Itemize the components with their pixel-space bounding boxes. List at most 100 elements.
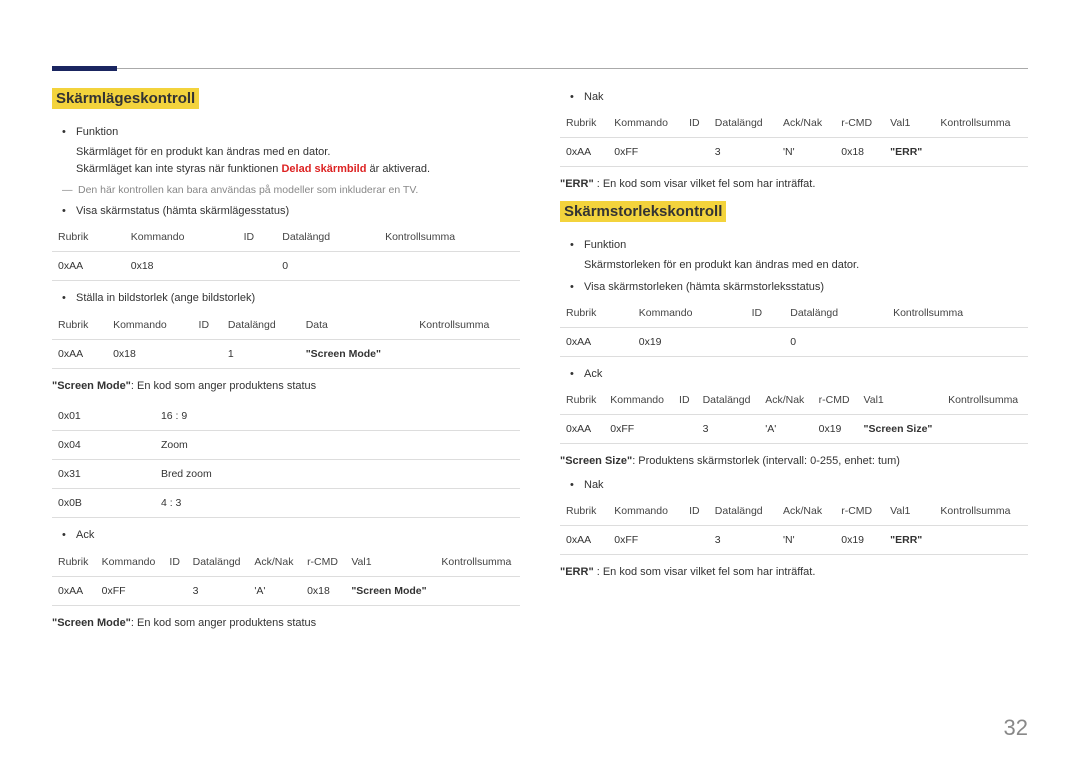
th: Datalängd <box>784 299 887 328</box>
td: 3 <box>709 138 777 167</box>
bullet-visa2: Visa skärmstorleken (hämta skärmstorleks… <box>570 280 1028 295</box>
td: 0x01 <box>52 402 155 431</box>
heading-screen-mode: Skärmlägeskontroll <box>52 88 199 109</box>
screenmode-label2: "Screen Mode" <box>52 617 131 629</box>
err2-text: : En kod som visar vilket fel som har in… <box>594 566 816 578</box>
table-row: 0xAA 0x18 1 "Screen Mode" <box>52 339 520 368</box>
td <box>435 576 520 605</box>
table-ack: Rubrik Kommando ID Datalängd Ack/Nak r-C… <box>52 548 520 606</box>
th: Rubrik <box>560 299 633 328</box>
page-number: 32 <box>1004 715 1028 741</box>
heading-screen-size: Skärmstorlekskontroll <box>560 201 726 222</box>
th: Kommando <box>604 386 673 415</box>
th: ID <box>163 548 186 577</box>
td: 0xAA <box>560 328 633 357</box>
th: Kontrollsumma <box>934 109 1028 138</box>
funktion-line2b: är aktiverad. <box>366 163 430 175</box>
bullet-funktion: Funktion <box>62 125 520 140</box>
td <box>163 576 186 605</box>
th: ID <box>746 299 785 328</box>
th: Kommando <box>608 497 683 526</box>
td: "ERR" <box>884 138 934 167</box>
td: 0x0B <box>52 489 155 518</box>
table-modes: 0x0116 : 9 0x04Zoom 0x31Bred zoom 0x0B4 … <box>52 402 520 518</box>
table-nak: Rubrik Kommando ID Datalängd Ack/Nak r-C… <box>560 109 1028 167</box>
screenmode-text: : En kod som anger produktens status <box>131 380 316 392</box>
size-label: "Screen Size" <box>560 455 632 467</box>
table-row: Rubrik Kommando ID Datalängd Kontrollsum… <box>52 223 520 252</box>
th: Kontrollsumma <box>379 223 520 252</box>
table-row: Rubrik Kommando ID Datalängd Kontrollsum… <box>560 299 1028 328</box>
err2-label: "ERR" <box>560 566 594 578</box>
th: Val1 <box>858 386 943 415</box>
th: Rubrik <box>560 109 608 138</box>
td: 0x18 <box>125 252 238 281</box>
td: "Screen Mode" <box>345 576 435 605</box>
th: Val1 <box>884 109 934 138</box>
th: r-CMD <box>813 386 858 415</box>
td: 0xFF <box>608 138 683 167</box>
right-column: Nak Rubrik Kommando ID Datalängd Ack/Nak… <box>560 88 1028 639</box>
th: Ack/Nak <box>777 109 835 138</box>
table-get-status: Rubrik Kommando ID Datalängd Kontrollsum… <box>52 223 520 281</box>
td: 16 : 9 <box>155 402 520 431</box>
td <box>683 526 709 555</box>
screenmode-label: "Screen Mode" <box>52 380 131 392</box>
table-row: 0xAA 0xFF 3 'A' 0x18 "Screen Mode" <box>52 576 520 605</box>
table-row: 0x0116 : 9 <box>52 402 520 431</box>
td: 0xAA <box>52 339 107 368</box>
table-row: 0x04Zoom <box>52 431 520 460</box>
td: 0xFF <box>608 526 683 555</box>
th: Kommando <box>608 109 683 138</box>
table-row: 0xAA 0x19 0 <box>560 328 1028 357</box>
err-text: : En kod som visar vilket fel som har in… <box>594 178 816 190</box>
td <box>934 138 1028 167</box>
th: Rubrik <box>52 548 96 577</box>
td <box>934 526 1028 555</box>
header-rule <box>52 68 1028 69</box>
td: 0x18 <box>835 138 884 167</box>
table-set-size: Rubrik Kommando ID Datalängd Data Kontro… <box>52 311 520 369</box>
td: 0x19 <box>813 415 858 444</box>
delad-skarmbild: Delad skärmbild <box>281 163 366 175</box>
screenmode-desc: "Screen Mode": En kod som anger produkte… <box>52 379 520 394</box>
table-row: 0xAA 0xFF 3 'N' 0x18 "ERR" <box>560 138 1028 167</box>
th: Rubrik <box>52 311 107 340</box>
note-tv: Den här kontrollen kan bara användas på … <box>64 183 520 198</box>
size-desc: "Screen Size": Produktens skärmstorlek (… <box>560 454 1028 469</box>
bullet-nak2: Nak <box>570 478 1028 493</box>
th: Rubrik <box>52 223 125 252</box>
th: ID <box>193 311 222 340</box>
table-row: Rubrik Kommando ID Datalängd Ack/Nak r-C… <box>560 109 1028 138</box>
th: Val1 <box>345 548 435 577</box>
th: Ack/Nak <box>759 386 812 415</box>
th: Val1 <box>884 497 934 526</box>
td <box>193 339 222 368</box>
td: Zoom <box>155 431 520 460</box>
th: Datalängd <box>276 223 379 252</box>
th: Kommando <box>107 311 192 340</box>
td: 0 <box>784 328 887 357</box>
screenmode-text2: : En kod som anger produktens status <box>131 617 316 629</box>
td: 0xFF <box>604 415 673 444</box>
td: 0 <box>276 252 379 281</box>
bullet-nak: Nak <box>570 90 1028 105</box>
th: ID <box>683 109 709 138</box>
td: Bred zoom <box>155 460 520 489</box>
funktion-line2a: Skärmläget kan inte styras när funktione… <box>76 163 281 175</box>
bullet-ack: Ack <box>62 528 520 543</box>
funktion-line1: Skärmläget för en produkt kan ändras med… <box>76 144 520 161</box>
td: 0xAA <box>560 415 604 444</box>
th: r-CMD <box>835 497 884 526</box>
td <box>683 138 709 167</box>
td: 1 <box>222 339 300 368</box>
err2-desc: "ERR" : En kod som visar vilket fel som … <box>560 565 1028 580</box>
table-nak2: Rubrik Kommando ID Datalängd Ack/Nak r-C… <box>560 497 1028 555</box>
td: 3 <box>709 526 777 555</box>
td: 0xAA <box>560 138 608 167</box>
td <box>887 328 1028 357</box>
td: 0xAA <box>52 576 96 605</box>
td <box>673 415 697 444</box>
th: ID <box>238 223 277 252</box>
td <box>238 252 277 281</box>
